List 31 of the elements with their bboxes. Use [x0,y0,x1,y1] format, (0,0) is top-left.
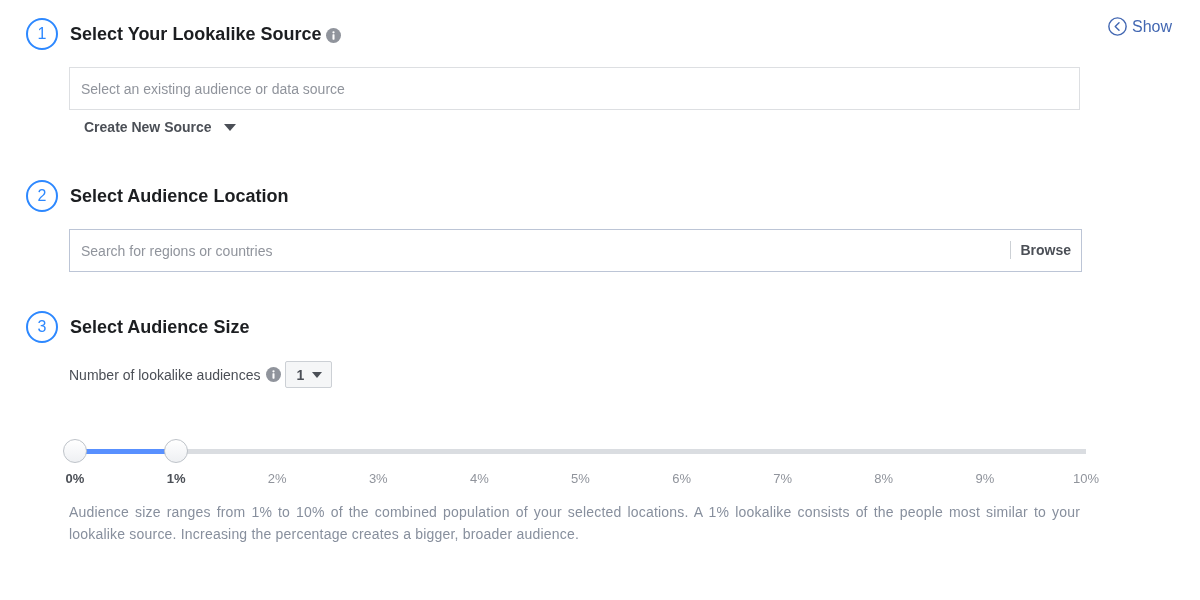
audience-count-dropdown[interactable]: 1 [285,361,333,388]
step-number: 1 [26,18,58,50]
browse-button[interactable]: Browse [1010,241,1071,259]
slider-thumb[interactable] [63,439,87,463]
percent-tick-label: 2% [267,471,287,487]
percent-tick-label: 1% [166,471,186,487]
step-number: 3 [26,311,58,343]
percent-tick-label: 5% [571,471,590,487]
slider-thumb[interactable] [164,439,189,463]
section-title: Select Your Lookalike Source [70,23,322,45]
caret-icon [223,123,236,131]
section-title: Select Audience Size [70,316,250,338]
audience-count-label: Number of lookalike audiences [69,366,261,383]
info-icon[interactable] [266,367,282,382]
percent-tick-label: 8% [874,471,894,487]
percent-tick-label: 9% [975,471,995,487]
percent-tick-label: 0% [65,471,85,487]
size-description: Audience size ranges from 1% to 10% of the combined population of your selected locations. A 1% lookalike consists of the people most similar to your lookalike source. Increasing the percentage creates a bigger, broader audience. [69,503,1080,544]
source-field[interactable]: Select an existing audience or data source [69,67,1080,110]
percent-tick-label: 3% [368,471,388,487]
percent-tick-label: 10% [1072,471,1099,487]
caret-icon [312,371,323,378]
chevron-left-circle-icon [1107,17,1127,36]
show-link[interactable]: Show [1107,17,1172,36]
info-icon[interactable] [326,28,342,43]
percent-tick-label: 4% [470,471,489,487]
section-title: Select Audience Location [70,185,289,207]
percent-tick-label: 6% [672,471,691,487]
step-number: 2 [26,180,58,212]
percent-tick-label: 7% [773,471,793,487]
create-source-button[interactable]: Create New Source [69,114,242,140]
